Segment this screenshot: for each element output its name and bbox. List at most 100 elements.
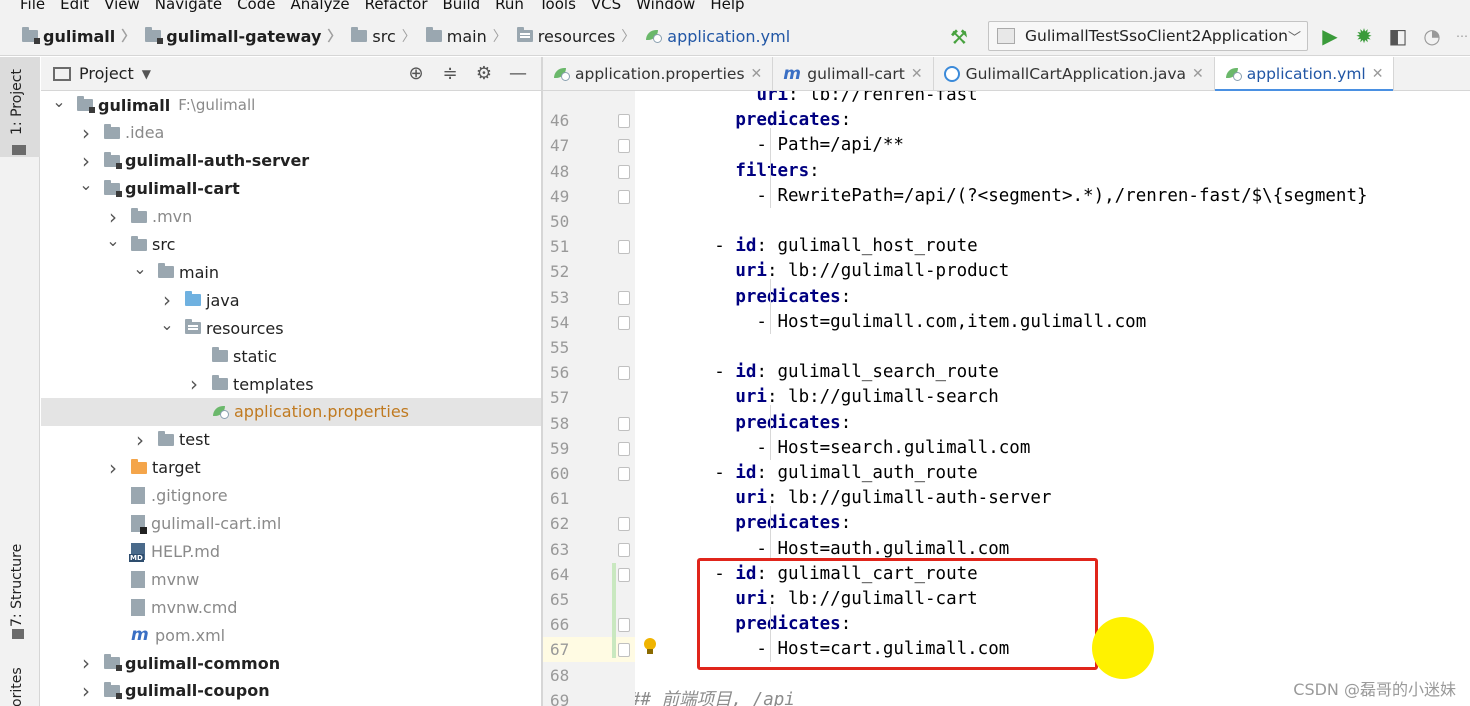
fold-marker-icon[interactable] <box>618 467 630 481</box>
chevron-down-icon[interactable]: ⌄ <box>51 92 67 111</box>
close-icon[interactable]: ✕ <box>1192 66 1204 82</box>
fold-marker-icon[interactable] <box>618 315 630 330</box>
menu-item-navigate[interactable]: Navigate <box>155 0 222 13</box>
fold-marker-icon[interactable] <box>618 290 630 305</box>
tree-item[interactable]: › target <box>41 454 541 482</box>
lightbulb-icon[interactable] <box>643 638 657 656</box>
menu-item-help[interactable]: Help <box>710 0 744 13</box>
build-hammer-icon[interactable]: ⚒ <box>950 26 972 48</box>
tree-item[interactable]: › .mvn <box>41 203 541 231</box>
fold-marker-icon[interactable] <box>618 567 630 582</box>
debug-icon[interactable]: ✹ <box>1352 24 1376 48</box>
menu-item-refactor[interactable]: Refactor <box>365 0 428 13</box>
menu-item-file[interactable]: File <box>20 0 45 13</box>
menu-item-analyze[interactable]: Analyze <box>290 0 349 13</box>
breadcrumb-item-main[interactable]: main 〉 <box>425 26 513 46</box>
project-tool-label[interactable]: 1: Project <box>9 69 25 135</box>
editor-tab[interactable]: application.yml ✕ <box>1214 57 1395 92</box>
tree-item[interactable]: ›static <box>41 342 541 370</box>
chevron-right-icon[interactable]: › <box>159 288 175 312</box>
chevron-right-icon[interactable]: › <box>105 205 121 229</box>
chevron-down-icon[interactable]: ▼ <box>142 67 151 81</box>
tree-item[interactable]: › templates <box>41 370 541 398</box>
chevron-down-icon[interactable]: ⌄ <box>132 259 148 278</box>
chevron-down-icon[interactable]: ⌄ <box>78 175 94 194</box>
fold-marker-icon[interactable] <box>618 189 630 204</box>
run-configuration-select[interactable]: GulimallTestSsoClient2Application ﹀ <box>988 21 1308 51</box>
fold-marker-icon[interactable] <box>618 416 630 431</box>
menu-item-tools[interactable]: Tools <box>539 0 576 13</box>
locate-file-icon[interactable]: ⊕ <box>403 61 429 87</box>
fold-marker-icon[interactable] <box>618 517 630 532</box>
tree-item[interactable]: › gulimall-auth-server <box>41 147 541 175</box>
tree-item[interactable]: ›HELP.md <box>41 537 541 565</box>
chevron-right-icon[interactable]: › <box>78 121 94 145</box>
menu-item-window[interactable]: Window <box>636 0 695 13</box>
line-number: 61 <box>550 489 570 509</box>
tree-item[interactable]: › java <box>41 286 541 314</box>
fold-marker-icon[interactable] <box>618 139 630 154</box>
tree-item[interactable]: ⌄ resources <box>41 314 541 342</box>
tree-item[interactable]: ›mvnw.cmd <box>41 593 541 621</box>
breadcrumb-item-src[interactable]: src 〉 <box>351 26 421 46</box>
chevron-down-icon[interactable]: ⌄ <box>159 315 175 334</box>
chevron-right-icon[interactable]: › <box>78 651 94 675</box>
tree-item[interactable]: ⌄ main <box>41 258 541 286</box>
chevron-down-icon[interactable]: ⌄ <box>105 231 121 250</box>
editor-tab[interactable]: GulimallCartApplication.java ✕ <box>934 57 1215 91</box>
fold-marker-icon[interactable] <box>618 366 630 381</box>
menu-item-edit[interactable]: Edit <box>60 0 89 13</box>
menu-item-view[interactable]: View <box>104 0 140 13</box>
tree-item[interactable]: ⌄ src <box>41 231 541 259</box>
tree-item[interactable]: ›mpom.xml <box>41 621 541 649</box>
close-icon[interactable]: ✕ <box>1372 66 1384 82</box>
menu-item-vcs[interactable]: VCS <box>591 0 621 13</box>
fold-marker-icon[interactable] <box>618 164 630 179</box>
close-icon[interactable]: ✕ <box>751 66 763 82</box>
profile-icon[interactable]: ◔ <box>1420 24 1444 48</box>
tree-item[interactable]: › .idea <box>41 119 541 147</box>
breadcrumb-item-project[interactable]: gulimall 〉 <box>22 26 141 46</box>
fold-marker-icon[interactable] <box>618 441 630 456</box>
gear-icon[interactable]: ⚙ <box>471 61 497 87</box>
tree-item[interactable]: ⌄ gulimall F:\gulimall <box>41 91 541 119</box>
editor-tab[interactable]: application.properties ✕ <box>543 57 774 91</box>
tree-item[interactable]: ⌄ gulimall-cart <box>41 175 541 203</box>
fold-marker-icon[interactable] <box>618 618 630 633</box>
breadcrumb-item-resources[interactable]: resources 〉 <box>516 26 642 46</box>
tree-item-label: .idea <box>125 123 165 143</box>
tree-item[interactable]: ›application.properties <box>41 397 541 426</box>
breadcrumb-item-file[interactable]: application.yml <box>645 27 790 46</box>
structure-tool-label[interactable]: 7: Structure <box>9 544 25 627</box>
chevron-right-icon[interactable]: › <box>105 456 121 480</box>
tree-item[interactable]: › gulimall-common <box>41 649 541 677</box>
project-panel-title[interactable]: Project <box>79 64 134 83</box>
breadcrumb-item-module[interactable]: gulimall-gateway 〉 <box>145 26 347 46</box>
tree-item[interactable]: ›gulimall-cart.iml <box>41 510 541 538</box>
chevron-right-icon[interactable]: › <box>186 372 202 396</box>
tree-item[interactable]: › test <box>41 426 541 454</box>
tree-item[interactable]: ›.gitignore <box>41 482 541 510</box>
chevron-right-icon[interactable]: › <box>78 149 94 173</box>
minimize-icon[interactable]: — <box>505 61 531 87</box>
project-tree: ⌄ gulimall F:\gulimall › .idea › gulimall-auth… <box>41 91 541 706</box>
fold-marker-icon[interactable] <box>618 643 630 658</box>
editor-tab[interactable]: m gulimall-cart ✕ <box>773 57 934 91</box>
menu-item-run[interactable]: Run <box>495 0 524 13</box>
chevron-right-icon[interactable]: › <box>78 679 94 703</box>
tree-item[interactable]: › gulimall-coupon <box>41 677 541 705</box>
run-icon[interactable]: ▶ <box>1318 24 1342 48</box>
more-icon[interactable]: ⋯ <box>1450 24 1470 48</box>
fold-marker-icon[interactable] <box>618 240 630 255</box>
coverage-icon[interactable]: ◧ <box>1386 24 1410 48</box>
module-file-icon <box>131 515 147 534</box>
menu-item-code[interactable]: Code <box>237 0 275 13</box>
close-icon[interactable]: ✕ <box>911 66 923 82</box>
fold-marker-icon[interactable] <box>618 114 630 129</box>
chevron-right-icon[interactable]: › <box>132 428 148 452</box>
favorites-tool-label[interactable]: orites <box>9 667 25 706</box>
collapse-all-icon[interactable]: ≑ <box>437 61 463 87</box>
tree-item[interactable]: ›mvnw <box>41 565 541 593</box>
menu-item-build[interactable]: Build <box>443 0 481 13</box>
fold-marker-icon[interactable] <box>618 542 630 557</box>
